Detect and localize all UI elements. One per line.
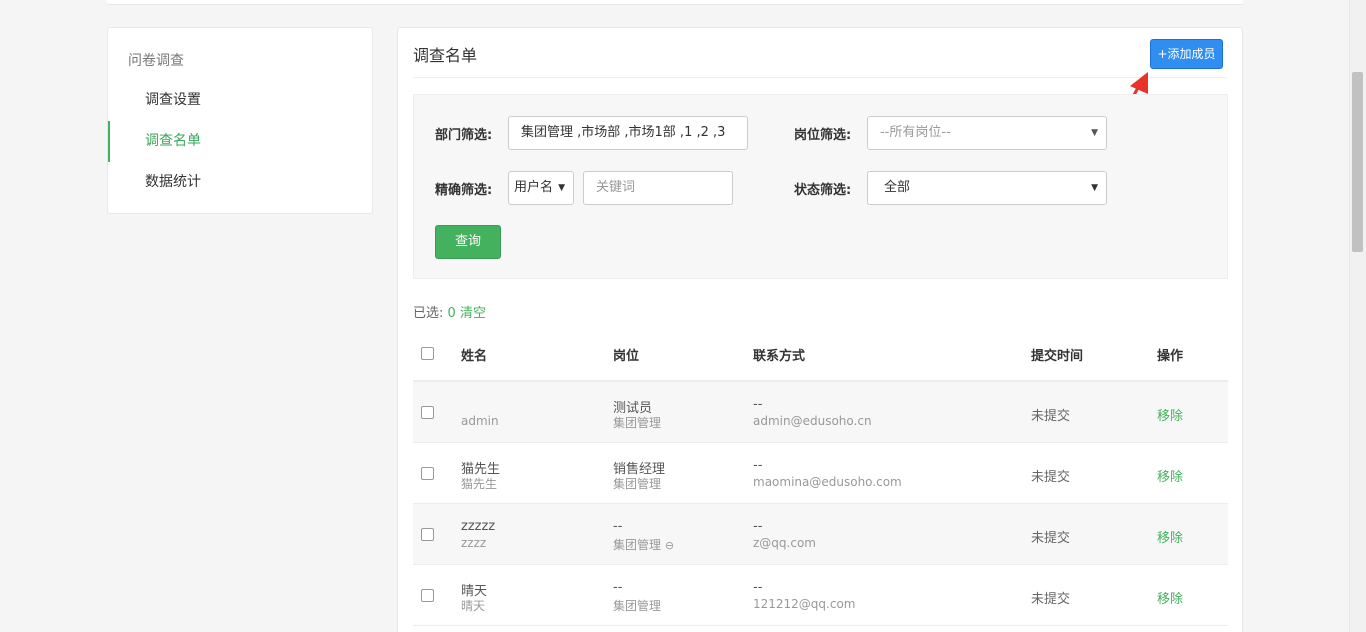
row-submit-status: 未提交 (1031, 531, 1071, 546)
header-contact: 联系方式 (753, 349, 806, 364)
table-row: 晴天 晴天 -- 集团管理 -- 121212@qq.com 未提交 移除 (413, 565, 1228, 626)
row-dept: 集团管理 (613, 416, 662, 430)
remove-link[interactable]: 移除 (1157, 405, 1183, 424)
row-username: 猫先生 (461, 477, 498, 491)
main-panel: 调查名单 +添加成员 部门筛选: 集团管理 ,市场部 ,市场1部 ,1 ,2 ,… (397, 27, 1243, 632)
header-submit-time: 提交时间 (1031, 349, 1084, 364)
scrollbar-thumb[interactable] (1352, 72, 1363, 252)
dept-filter-input[interactable]: 集团管理 ,市场部 ,市场1部 ,1 ,2 ,3 (508, 116, 748, 150)
row-phone: -- (753, 519, 763, 534)
row-username: admin (461, 414, 499, 428)
query-button[interactable]: 查询 (435, 225, 501, 259)
member-table: 姓名 岗位 联系方式 提交时间 操作 admin 测试员 集团管理 -- adm… (413, 328, 1228, 626)
row-email: z@qq.com (753, 536, 816, 550)
caret-down-icon: ▼ (1091, 128, 1098, 138)
circle-minus-icon[interactable]: ⊖ (665, 539, 674, 552)
caret-down-icon: ▼ (558, 183, 565, 193)
table-row: zzzzz zzzz -- 集团管理 ⊖ -- z@qq.com 未提交 移除 (413, 504, 1228, 565)
sidebar-item-survey-settings[interactable]: 调查设置 (108, 80, 372, 121)
row-checkbox[interactable] (421, 406, 434, 419)
sidebar-item-data-stats[interactable]: 数据统计 (108, 162, 372, 203)
page-title: 调查名单 (413, 46, 478, 65)
header-action: 操作 (1157, 349, 1184, 364)
selection-label: 已选: (413, 306, 444, 321)
add-member-button[interactable]: +添加成员 (1150, 39, 1223, 69)
row-phone: -- (753, 458, 763, 473)
remove-link[interactable]: 移除 (1157, 527, 1183, 546)
row-email: admin@edusoho.cn (753, 414, 872, 428)
header-name: 姓名 (461, 349, 488, 364)
top-header-strip (107, 0, 1243, 5)
row-dept: 集团管理 (613, 599, 662, 613)
row-email: 121212@qq.com (753, 597, 856, 611)
row-username: 晴天 (461, 599, 486, 613)
row-submit-status: 未提交 (1031, 470, 1071, 485)
exact-filter-type-value: 用户名 (514, 180, 554, 195)
sidebar: 问卷调查 调查设置 调查名单 数据统计 (107, 27, 373, 214)
exact-filter-label: 精确筛选: (435, 183, 493, 198)
row-position: -- (613, 519, 623, 534)
position-filter-select[interactable]: --所有岗位-- ▼ (867, 116, 1107, 150)
header-position: 岗位 (613, 349, 640, 364)
row-checkbox[interactable] (421, 528, 434, 541)
remove-link[interactable]: 移除 (1157, 588, 1183, 607)
status-filter-value: 全部 (884, 180, 911, 195)
row-phone: -- (753, 397, 763, 412)
page-scrollbar[interactable] (1349, 0, 1366, 632)
row-username: zzzz (461, 536, 487, 550)
selection-summary: 已选: 0 清空 (413, 302, 486, 321)
row-phone: -- (753, 580, 763, 595)
row-checkbox[interactable] (421, 467, 434, 480)
row-submit-status: 未提交 (1031, 409, 1071, 424)
row-dept-wrap: 集团管理 ⊖ (613, 536, 674, 553)
clear-selection-link[interactable]: 清空 (460, 306, 486, 321)
selection-count: 0 (447, 306, 456, 321)
position-filter-value: --所有岗位-- (880, 125, 951, 140)
select-all-checkbox[interactable] (421, 347, 434, 360)
status-filter-label: 状态筛选: (794, 183, 852, 198)
sidebar-item-survey-list[interactable]: 调查名单 (108, 121, 372, 162)
row-checkbox[interactable] (421, 589, 434, 602)
caret-down-icon: ▼ (1091, 183, 1098, 193)
status-filter-select[interactable]: 全部 ▼ (867, 171, 1107, 205)
row-email: maomina@edusoho.com (753, 475, 902, 489)
exact-filter-type-select[interactable]: 用户名 ▼ (508, 171, 574, 205)
row-dept: 集团管理 (613, 538, 662, 552)
table-row: 猫先生 猫先生 销售经理 集团管理 -- maomina@edusoho.com… (413, 443, 1228, 504)
row-dept: 集团管理 (613, 477, 662, 491)
table-header: 姓名 岗位 联系方式 提交时间 操作 (413, 328, 1228, 382)
filter-panel: 部门筛选: 集团管理 ,市场部 ,市场1部 ,1 ,2 ,3 岗位筛选: --所… (413, 94, 1228, 279)
row-name: zzzzz (461, 519, 496, 534)
position-filter-label: 岗位筛选: (794, 128, 852, 143)
row-submit-status: 未提交 (1031, 592, 1071, 607)
sidebar-title: 问卷调查 (128, 53, 184, 69)
row-position: -- (613, 580, 623, 595)
dept-filter-label: 部门筛选: (435, 128, 493, 143)
keyword-input[interactable]: 关键词 (583, 171, 733, 205)
table-row: admin 测试员 集团管理 -- admin@edusoho.cn 未提交 移… (413, 382, 1228, 443)
remove-link[interactable]: 移除 (1157, 466, 1183, 485)
